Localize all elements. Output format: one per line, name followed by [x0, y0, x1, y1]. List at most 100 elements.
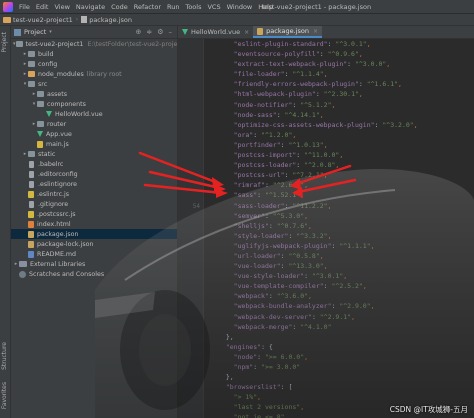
- code-line: "browserslist": [: [225, 383, 293, 392]
- code-punct: ,: [343, 272, 348, 281]
- code-line: "style-loader": "^3.3.2",: [233, 231, 332, 240]
- project-panel-tools: ⊕ ≑ ⚙ –: [135, 28, 177, 36]
- code-punct: ,: [327, 231, 332, 240]
- code-punct: ,: [335, 161, 340, 170]
- menu-run[interactable]: Run: [164, 3, 182, 11]
- js-icon: [37, 140, 43, 148]
- code-punct: ,: [327, 201, 332, 210]
- tree-item-selected[interactable]: package.json: [11, 229, 177, 239]
- tree-item-label: index.html: [37, 220, 71, 228]
- tree-item[interactable]: HelloWorld.vue: [11, 109, 177, 119]
- tree-item[interactable]: ▸ build: [11, 49, 177, 59]
- code-line: "extract-text-webpack-plugin": "^3.0.0",: [233, 60, 391, 69]
- code-value: "^1.6.1": [366, 80, 399, 89]
- tree-item[interactable]: ▸ External Libraries: [11, 259, 177, 269]
- menu-tools[interactable]: Tools: [182, 3, 204, 11]
- tree-item[interactable]: ▸ node_modules library root: [11, 69, 177, 79]
- code-line: "ora": "^1.2.0",: [233, 130, 297, 139]
- code-line: "url-loader": "^0.5.8",: [233, 251, 324, 260]
- breadcrumb-project[interactable]: test-vue2-project1: [0, 16, 73, 24]
- tree-item-label: HelloWorld.vue: [55, 110, 103, 118]
- menu-window[interactable]: Window: [224, 3, 256, 11]
- code-value: "^11.2.2": [292, 201, 328, 210]
- tree-item-label: .babelrc: [38, 160, 64, 168]
- tree-item[interactable]: .gitignore: [11, 199, 177, 209]
- tree-item-label: build: [38, 50, 54, 58]
- tree-item[interactable]: ▸ static: [11, 149, 177, 159]
- code-value: "^2.9.1": [319, 312, 352, 321]
- code-punct: ,: [300, 403, 305, 412]
- left-tool-strip: Project Structure Favorites: [0, 26, 11, 418]
- tree-item[interactable]: index.html: [11, 219, 177, 229]
- tree-item-label: External Libraries: [30, 260, 86, 268]
- menu-view[interactable]: View: [51, 3, 72, 11]
- tree-item[interactable]: package-lock.json: [11, 239, 177, 249]
- lib-icon: [19, 261, 27, 267]
- tree-item[interactable]: ▸ config: [11, 59, 177, 69]
- vue-icon: [46, 111, 52, 117]
- tree-item[interactable]: App.vue: [11, 129, 177, 139]
- tree-item[interactable]: .eslintrc.js: [11, 189, 177, 199]
- menu-edit[interactable]: Edit: [33, 3, 52, 11]
- tree-item[interactable]: .babelrc: [11, 159, 177, 169]
- chevron-down-icon[interactable]: ▾: [49, 29, 52, 35]
- file-icon: [29, 200, 34, 208]
- gear-icon[interactable]: ⚙: [157, 28, 163, 36]
- editor: HelloWorld.vue × package.json × 54 "eslint-…: [177, 26, 474, 418]
- favorites-tool-button[interactable]: Favorites: [1, 382, 8, 409]
- code-value: "^7.2.1": [292, 171, 324, 180]
- menu-refactor[interactable]: Refactor: [131, 3, 164, 11]
- md-icon: [28, 250, 34, 258]
- breadcrumb-file[interactable]: package.json: [78, 16, 132, 24]
- js-icon: [28, 210, 34, 218]
- code-string: "last 2 versions": [233, 403, 301, 412]
- folder-icon: [28, 151, 35, 157]
- webstorm-logo-icon: [3, 1, 13, 12]
- menu-navigate[interactable]: Navigate: [73, 3, 108, 11]
- code-value: "^5.1.2": [300, 100, 332, 109]
- tree-item[interactable]: .postcssrc.js: [11, 209, 177, 219]
- folder-icon: [37, 121, 44, 127]
- tree-item[interactable]: ▸ router: [11, 119, 177, 129]
- menu-code[interactable]: Code: [108, 3, 131, 11]
- code-punct: ,: [304, 352, 309, 361]
- tree-item-label: static: [38, 150, 56, 158]
- project-tool-button[interactable]: Project: [1, 32, 8, 53]
- tree-item[interactable]: Scratches and Consoles: [11, 269, 177, 279]
- code-value: "^2.30.1": [323, 90, 359, 99]
- close-icon[interactable]: ×: [313, 28, 318, 35]
- project-panel-title[interactable]: Project: [24, 28, 46, 36]
- collapse-all-icon[interactable]: ≑: [146, 28, 152, 36]
- hide-icon[interactable]: –: [169, 28, 173, 36]
- structure-tool-button[interactable]: Structure: [1, 342, 8, 370]
- tree-item[interactable]: .editorconfig: [11, 169, 177, 179]
- code-value: [: [288, 383, 293, 392]
- code-punct: ,: [370, 241, 375, 250]
- folder-icon: [3, 16, 11, 23]
- editor-tab[interactable]: HelloWorld.vue ×: [178, 26, 253, 38]
- tree-item[interactable]: main.js: [11, 139, 177, 149]
- editor-tab[interactable]: package.json ×: [253, 26, 322, 38]
- code-value: "^3.3.2": [296, 231, 328, 240]
- code-area[interactable]: "eslint-plugin-standard": "^3.0.1", "eve…: [204, 39, 474, 418]
- code-punct: ,: [323, 140, 328, 149]
- close-icon[interactable]: ×: [244, 29, 249, 36]
- project-panel-header: Project ▾ ⊕ ≑ ⚙ –: [11, 26, 177, 39]
- code-punct: ,: [319, 110, 324, 119]
- tree-item[interactable]: ▾ components: [11, 99, 177, 109]
- tree-item[interactable]: README.md: [11, 249, 177, 259]
- code-key: "node": [233, 352, 258, 361]
- locate-icon[interactable]: ⊕: [135, 28, 141, 36]
- menu-vcs[interactable]: VCS: [204, 3, 223, 11]
- tree-item[interactable]: ▸ assets: [11, 89, 177, 99]
- tree-item[interactable]: ▾ src: [11, 79, 177, 89]
- menu-items: File Edit View Navigate Code Refactor Run Tools…: [16, 3, 276, 11]
- code-value: "^3.0.1": [335, 40, 367, 48]
- menu-file[interactable]: File: [16, 3, 33, 11]
- code-line: "webpack-merge": "^4.1.0": [233, 322, 332, 331]
- tree-item-label: main.js: [46, 140, 69, 148]
- code-key: "semver": [233, 211, 265, 220]
- tree-item[interactable]: .eslintignore: [11, 179, 177, 189]
- code-line: "semver": "^5.3.0",: [233, 211, 309, 220]
- tree-item[interactable]: ▾ test-vue2-project1 E:\testFolder\test-vu…: [11, 39, 177, 49]
